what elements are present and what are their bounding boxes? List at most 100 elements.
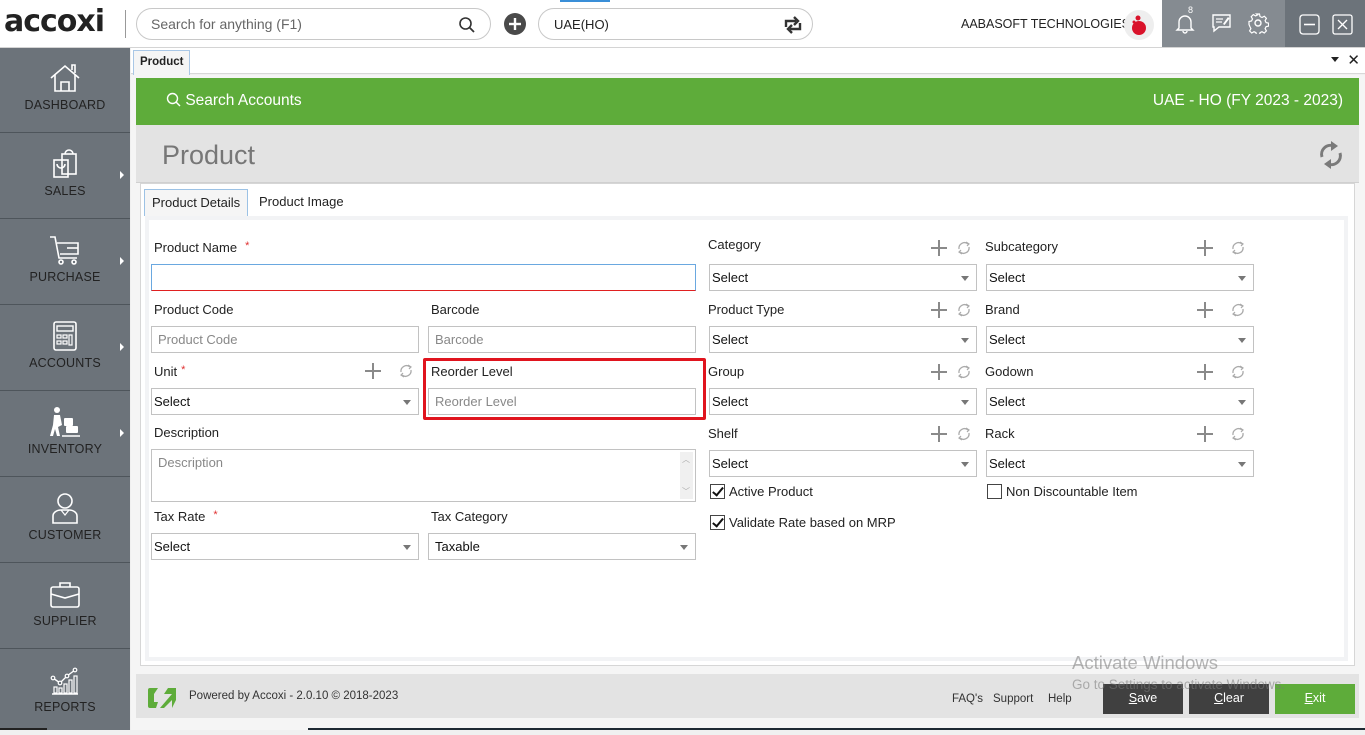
active-product-label: Active Product <box>729 484 813 499</box>
shelf-select[interactable]: Select <box>709 450 977 477</box>
validate-mrp-label: Validate Rate based on MRP <box>729 515 896 530</box>
description-label: Description <box>154 425 220 440</box>
required-marker: * <box>213 509 218 521</box>
search-icon[interactable] <box>458 16 476 37</box>
submenu-arrow-icon <box>120 343 124 351</box>
support-link[interactable]: Support <box>993 693 1033 705</box>
submenu-arrow-icon <box>120 257 124 265</box>
sidebar-item-purchase[interactable]: PURCHASE <box>0 220 130 305</box>
reorder-level-input[interactable] <box>428 388 696 415</box>
non-discountable-checkbox[interactable] <box>987 484 1002 499</box>
add-rack-icon[interactable] <box>1197 426 1213 442</box>
message-icon[interactable] <box>1211 12 1233 37</box>
close-tab-icon[interactable]: ✕ <box>1347 51 1360 69</box>
refresh-category-icon[interactable] <box>956 240 972 256</box>
add-shelf-icon[interactable] <box>931 426 947 442</box>
faqs-link[interactable]: FAQ's <box>952 693 983 705</box>
brand-select[interactable]: Select <box>986 326 1254 353</box>
global-search-input[interactable] <box>151 16 451 32</box>
calculator-icon <box>53 321 77 351</box>
validate-mrp-checkbox[interactable] <box>710 515 725 530</box>
product-code-input[interactable] <box>151 326 419 353</box>
godown-select[interactable]: Select <box>986 388 1254 415</box>
add-unit-icon[interactable] <box>365 363 381 379</box>
active-product-checkbox[interactable] <box>710 484 725 499</box>
bell-icon[interactable] <box>1175 12 1195 37</box>
sidebar-item-dashboard[interactable]: DASHBOARD <box>0 48 130 133</box>
dropdown-caret-icon <box>961 400 969 405</box>
doc-tab-product[interactable]: Product <box>133 50 191 75</box>
sidebar-item-label: INVENTORY <box>27 442 103 456</box>
company-selector[interactable]: AABASOFT TECHNOLOGIES <box>961 17 1140 31</box>
window-controls <box>1285 0 1365 47</box>
user-avatar[interactable] <box>1124 10 1154 40</box>
refresh-godown-icon[interactable] <box>1230 364 1246 380</box>
unit-label: Unit * <box>154 364 186 379</box>
add-new-button[interactable] <box>504 13 526 35</box>
scroll-down-icon[interactable]: ﹀ <box>682 486 690 497</box>
sidebar-item-reports[interactable]: REPORTS <box>0 650 130 735</box>
search-accounts-button[interactable]: Search Accounts <box>166 92 302 110</box>
category-select[interactable]: Select <box>709 264 977 291</box>
avatar-icon <box>1132 15 1146 35</box>
sidebar-item-inventory[interactable]: INVENTORY <box>0 392 130 477</box>
tab-product-image[interactable]: Product Image <box>252 189 351 216</box>
product-type-select[interactable]: Select <box>709 326 977 353</box>
minimize-icon[interactable] <box>1299 14 1320 38</box>
subcategory-select[interactable]: Select <box>986 264 1254 291</box>
rack-select[interactable]: Select <box>986 450 1254 477</box>
global-search[interactable] <box>136 8 491 40</box>
barcode-input[interactable] <box>428 326 696 353</box>
sidebar-item-label: CUSTOMER <box>28 528 102 542</box>
add-subcategory-icon[interactable] <box>1197 240 1213 256</box>
title-bar: Product <box>136 125 1359 183</box>
dropdown-caret-icon <box>1238 462 1246 467</box>
unit-select[interactable]: Select <box>151 388 419 415</box>
sidebar-item-label: SALES <box>44 184 86 198</box>
sidebar-item-label: SUPPLIER <box>33 614 97 628</box>
tax-category-select[interactable]: Taxable <box>428 533 696 560</box>
group-select[interactable]: Select <box>709 388 977 415</box>
add-brand-icon[interactable] <box>1197 302 1213 318</box>
clear-accelerator: C <box>1214 691 1224 705</box>
refresh-brand-icon[interactable] <box>1230 302 1246 318</box>
tax-rate-select[interactable]: Select <box>151 533 419 560</box>
add-category-icon[interactable] <box>931 240 947 256</box>
add-godown-icon[interactable] <box>1197 364 1213 380</box>
sidebar-item-accounts[interactable]: ACCOUNTS <box>0 306 130 391</box>
add-product-type-icon[interactable] <box>931 302 947 318</box>
refresh-unit-icon[interactable] <box>398 363 414 379</box>
refresh-page-icon[interactable] <box>1317 139 1345 174</box>
sidebar-item-supplier[interactable]: SUPPLIER <box>0 564 130 649</box>
branch-selector[interactable]: UAE(HO) <box>538 8 813 40</box>
exit-button[interactable]: Exit <box>1275 684 1355 714</box>
description-scrollbar[interactable]: ︿ ﹀ <box>680 452 693 499</box>
gear-icon[interactable] <box>1247 12 1270 37</box>
branch-name: UAE(HO) <box>554 17 609 32</box>
sidebar-item-sales[interactable]: SALES <box>0 134 130 219</box>
sidebar-item-label: ACCOUNTS <box>29 356 101 370</box>
product-type-select-value: Select <box>712 332 749 347</box>
company-name: AABASOFT TECHNOLOGIES <box>961 17 1131 31</box>
sidebar-item-customer[interactable]: CUSTOMER <box>0 478 130 563</box>
refresh-shelf-icon[interactable] <box>956 426 972 442</box>
help-link[interactable]: Help <box>1048 693 1072 705</box>
product-name-input[interactable] <box>151 264 696 291</box>
refresh-subcategory-icon[interactable] <box>1230 240 1246 256</box>
description-textarea[interactable]: Description ︿ ﹀ <box>151 449 696 502</box>
briefcase-icon <box>50 582 80 608</box>
refresh-rack-icon[interactable] <box>1230 426 1246 442</box>
refresh-product-type-icon[interactable] <box>956 302 972 318</box>
chart-icon <box>50 667 78 695</box>
scroll-up-icon[interactable]: ︿ <box>682 454 690 465</box>
product-tabs: Product Details Product Image <box>141 184 1354 216</box>
submenu-arrow-icon <box>120 171 124 179</box>
add-group-icon[interactable] <box>931 364 947 380</box>
tab-product-details[interactable]: Product Details <box>144 189 249 216</box>
refresh-group-icon[interactable] <box>956 364 972 380</box>
close-app-icon[interactable] <box>1332 14 1353 38</box>
tab-list-dropdown-icon[interactable] <box>1331 57 1339 62</box>
dropdown-caret-icon <box>403 400 411 405</box>
switch-branch-icon[interactable] <box>782 14 804 39</box>
required-marker: * <box>245 240 250 252</box>
